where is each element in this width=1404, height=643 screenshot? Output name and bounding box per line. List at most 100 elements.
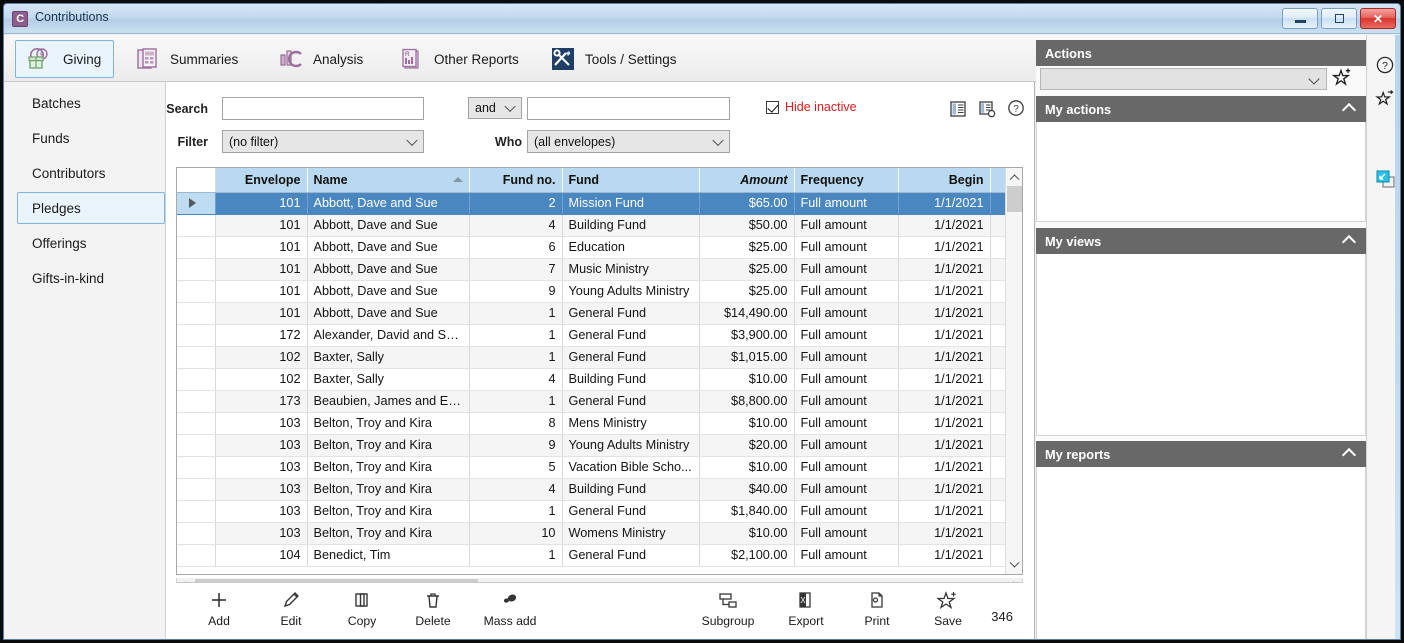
cell-filler <box>990 412 1007 435</box>
add-favorite-button[interactable] <box>1330 66 1356 92</box>
cell-begin: 1/1/2021 <box>898 258 991 281</box>
tab-summaries[interactable]: Summaries <box>122 40 251 78</box>
search-operator-select[interactable]: and <box>468 97 522 119</box>
cell-begin: 1/1/2021 <box>898 236 991 259</box>
col-header-begin[interactable]: Begin <box>898 168 991 193</box>
col-header-fund-no[interactable]: Fund no. <box>469 168 563 193</box>
table-row[interactable]: 101 Abbott, Dave and Sue 1 General Fund … <box>177 302 1007 325</box>
table-row[interactable]: 103 Belton, Troy and Kira 10 Womens Mini… <box>177 522 1007 545</box>
sidebar-item-offerings[interactable]: Offerings <box>17 227 165 259</box>
layout-settings-icon[interactable] <box>978 100 996 118</box>
sidebar-item-label: Pledges <box>32 200 81 216</box>
col-header-amount[interactable]: Amount <box>699 168 795 193</box>
cell-filler <box>990 434 1007 457</box>
cell-name: Belton, Troy and Kira <box>307 500 470 523</box>
chevron-up-icon[interactable] <box>1341 447 1357 463</box>
my-views-header[interactable]: My views <box>1036 228 1366 254</box>
hide-inactive-checkbox[interactable]: Hide inactive <box>766 100 857 114</box>
cell-fund-no: 7 <box>469 258 563 281</box>
who-select[interactable]: (all envelopes) <box>527 130 730 153</box>
table-row[interactable]: 173 Beaubien, James and Ell... 1 General… <box>177 390 1007 413</box>
table-row[interactable]: 101 Abbott, Dave and Sue 6 Education $25… <box>177 236 1007 259</box>
grid-vertical-scrollbar[interactable] <box>1005 168 1022 574</box>
close-button[interactable]: ✕ <box>1360 8 1396 29</box>
filter-select[interactable]: (no filter) <box>222 130 424 153</box>
table-row[interactable]: 102 Baxter, Sally 1 General Fund $1,015.… <box>177 346 1007 369</box>
col-header-envelope[interactable]: Envelope <box>215 168 308 193</box>
minimize-button[interactable] <box>1282 8 1318 29</box>
tab-analysis[interactable]: Analysis <box>265 40 376 78</box>
vertical-scroll-thumb[interactable] <box>1007 186 1022 212</box>
sidebar-item-gifts-in-kind[interactable]: Gifts-in-kind <box>17 262 165 294</box>
sidebar-item-contributors[interactable]: Contributors <box>17 157 165 189</box>
cell-amount: $20.00 <box>699 434 795 457</box>
table-row[interactable]: 101 Abbott, Dave and Sue 9 Young Adults … <box>177 280 1007 303</box>
columns-icon[interactable] <box>949 100 967 118</box>
edit-button[interactable]: Edit <box>253 587 329 635</box>
search-second-input[interactable] <box>527 97 730 120</box>
svg-text:R: R <box>405 51 410 58</box>
col-header-fund[interactable]: Fund <box>562 168 700 193</box>
sidebar-item-funds[interactable]: Funds <box>17 122 165 154</box>
scroll-down-button[interactable] <box>1006 557 1022 574</box>
cell-name: Belton, Troy and Kira <box>307 412 470 435</box>
print-icon <box>867 587 887 613</box>
pledges-grid[interactable]: Envelope Name Fund no. Fund Amount Frequ… <box>176 167 1023 575</box>
table-row[interactable]: 104 Benedict, Tim 1 General Fund $2,100.… <box>177 544 1007 567</box>
table-header-row: Envelope Name Fund no. Fund Amount Frequ… <box>177 168 1007 193</box>
table-row[interactable]: 102 Baxter, Sally 4 Building Fund $10.00… <box>177 368 1007 391</box>
save-button[interactable]: Save <box>910 587 986 635</box>
table-row[interactable]: 103 Belton, Troy and Kira 8 Mens Ministr… <box>177 412 1007 435</box>
row-current-indicator <box>177 192 216 215</box>
delete-button[interactable]: Delete <box>395 587 471 635</box>
table-row[interactable]: 103 Belton, Troy and Kira 5 Vacation Bib… <box>177 456 1007 479</box>
tab-tools-settings[interactable]: Tools / Settings <box>537 40 690 78</box>
scroll-up-button[interactable] <box>1006 168 1022 185</box>
tab-other-reports[interactable]: R Other Reports <box>386 40 532 78</box>
cell-begin: 1/1/2021 <box>898 302 991 325</box>
subgroup-button[interactable]: Subgroup <box>686 587 770 635</box>
table-row[interactable]: 103 Belton, Troy and Kira 9 Young Adults… <box>177 434 1007 457</box>
cell-begin: 1/1/2021 <box>898 214 991 237</box>
my-reports-title: My reports <box>1045 446 1111 462</box>
action-select[interactable] <box>1040 68 1327 90</box>
mass-add-button[interactable]: Mass add <box>466 587 554 635</box>
export-button[interactable]: X Export <box>768 587 844 635</box>
actions-title: Actions <box>1045 45 1092 61</box>
sidebar-item-pledges[interactable]: Pledges <box>17 192 165 224</box>
table-row[interactable]: 101 Abbott, Dave and Sue 2 Mission Fund … <box>177 192 1007 215</box>
cell-envelope: 173 <box>215 390 308 413</box>
table-row[interactable]: 103 Belton, Troy and Kira 1 General Fund… <box>177 500 1007 523</box>
svg-text:X: X <box>800 596 806 605</box>
tab-giving[interactable]: $ Giving <box>15 40 115 78</box>
cell-fund-no: 2 <box>469 192 563 215</box>
star-shortcut-icon[interactable] <box>1375 88 1395 108</box>
row-marker <box>177 522 216 545</box>
cell-fund-no: 1 <box>469 302 563 325</box>
col-header-name-label: Name <box>313 172 348 187</box>
my-reports-header[interactable]: My reports <box>1036 441 1366 467</box>
restore-window-icon[interactable] <box>1375 169 1397 191</box>
table-row[interactable]: 172 Alexander, David and Sh... 1 General… <box>177 324 1007 347</box>
sidebar-item-batches[interactable]: Batches <box>17 87 165 119</box>
table-row[interactable]: 101 Abbott, Dave and Sue 4 Building Fund… <box>177 214 1007 237</box>
chevron-up-icon[interactable] <box>1341 234 1357 250</box>
copy-button[interactable]: Copy <box>324 587 400 635</box>
print-button[interactable]: Print <box>839 587 915 635</box>
col-header-name[interactable]: Name <box>307 168 470 193</box>
cell-frequency: Full amount <box>794 390 899 413</box>
my-actions-header[interactable]: My actions <box>1036 96 1366 122</box>
add-button[interactable]: Add <box>181 587 257 635</box>
chevron-up-icon[interactable] <box>1341 102 1357 118</box>
help-icon[interactable]: ? <box>1007 99 1025 117</box>
maximize-button[interactable] <box>1321 8 1357 29</box>
help-circle-icon[interactable]: ? <box>1375 55 1395 75</box>
cell-fund-no: 4 <box>469 368 563 391</box>
table-row[interactable]: 103 Belton, Troy and Kira 4 Building Fun… <box>177 478 1007 501</box>
col-header-frequency[interactable]: Frequency <box>794 168 899 193</box>
cell-frequency: Full amount <box>794 280 899 303</box>
cell-amount: $1,840.00 <box>699 500 795 523</box>
table-row[interactable]: 101 Abbott, Dave and Sue 7 Music Ministr… <box>177 258 1007 281</box>
cell-name: Belton, Troy and Kira <box>307 478 470 501</box>
search-input[interactable] <box>222 97 424 120</box>
